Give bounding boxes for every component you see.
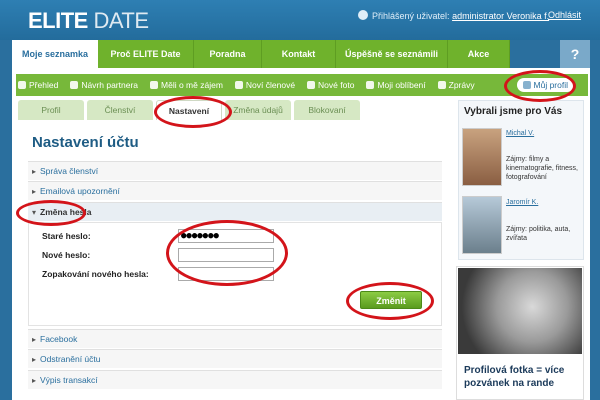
member-interests: Zájmy: filmy a kinematografie, fitness, …	[506, 156, 578, 181]
logged-in-label: Přihlášený uživatel:	[372, 11, 450, 21]
subnav-label: Přehled	[29, 80, 59, 90]
overview-icon	[18, 81, 26, 89]
nav-proc-elite-date[interactable]: Proč ELITE Date	[98, 40, 194, 68]
subnav-label: Noví členové	[245, 80, 296, 90]
section-sprava-clenstvi[interactable]: Správa členství	[28, 161, 442, 181]
help-button[interactable]: ?	[560, 40, 590, 68]
message-icon	[437, 81, 446, 89]
subnav-moji-oblibeni[interactable]: Moji oblíbení	[366, 80, 426, 90]
subnav-nove-foto[interactable]: Nové foto	[307, 80, 354, 90]
section-emailova-upozorneni[interactable]: Emailová upozornění	[28, 181, 442, 201]
annotation-circle	[16, 200, 86, 226]
subnav-label: Zprávy	[448, 80, 475, 90]
logo-bold: ELITE	[28, 8, 88, 33]
nav-poradna[interactable]: Poradna	[194, 40, 262, 68]
subnav-zpravy[interactable]: Zprávy	[437, 80, 475, 90]
elite-date-logo[interactable]: ELITE DATE	[28, 8, 149, 34]
annotation-circle	[504, 70, 576, 102]
subnav-prehled[interactable]: Přehled	[18, 80, 58, 90]
camera-icon	[307, 81, 316, 89]
tab-zmena-udaju[interactable]: Změna údajů	[225, 100, 291, 120]
sub-nav: Přehled Návrh partnera Měli o mě zájem N…	[16, 74, 588, 96]
subnav-label: Měli o mě zájem	[161, 80, 223, 90]
member-name-link[interactable]: Jaromír K.	[506, 199, 538, 206]
subnav-label: Nové foto	[318, 80, 355, 90]
tab-clenstvi[interactable]: Členství	[87, 100, 153, 120]
settings-tabs: Profil Členství Nastavení Změna údajů Bl…	[18, 100, 450, 120]
old-password-label: Staré heslo:	[42, 231, 91, 241]
subnav-novi-clenove[interactable]: Noví členové	[234, 80, 296, 90]
subnav-meli-zajem[interactable]: Měli o mě zájem	[150, 80, 223, 90]
repeat-password-label: Zopakování nového hesla:	[42, 269, 149, 279]
user-icon	[358, 10, 368, 20]
logout-link[interactable]: Odhlásit	[548, 10, 581, 20]
page-title: Nastavení účtu	[32, 134, 139, 151]
username-link[interactable]: administrator Veronika f.	[452, 11, 549, 21]
tab-blokovani[interactable]: Blokovaní	[294, 100, 360, 120]
users-icon	[234, 81, 243, 89]
promo-text: Profilová fotka = více pozvánek na rande	[464, 365, 565, 389]
annotation-circle	[166, 220, 288, 286]
subnav-label: Návrh partnera	[81, 80, 139, 90]
recommended-title: Vybrali jsme pro Vás	[464, 106, 563, 117]
nav-uspesne[interactable]: Úspěšně se seznámili	[336, 40, 448, 68]
section-facebook[interactable]: Facebook	[28, 329, 442, 349]
thumbs-up-icon	[150, 81, 159, 89]
member-name-link[interactable]: Michal V.	[506, 130, 534, 137]
nav-kontakt[interactable]: Kontakt	[262, 40, 336, 68]
member-photo[interactable]	[462, 128, 502, 186]
main-nav: Moje seznamka Proč ELITE Date Poradna Ko…	[12, 40, 510, 68]
section-odstraneni-uctu[interactable]: Odstranění účtu	[28, 349, 442, 369]
heart-icon	[366, 81, 375, 89]
member-photo[interactable]	[462, 196, 502, 254]
nav-akce[interactable]: Akce	[448, 40, 510, 68]
section-vypis-transakci[interactable]: Výpis transakcí	[28, 370, 442, 390]
partner-icon	[70, 81, 79, 89]
logged-in-user: Přihlášený uživatel: administrator Veron…	[358, 10, 549, 21]
tab-profil[interactable]: Profil	[18, 100, 84, 120]
subnav-label: Moji oblíbení	[377, 80, 426, 90]
promo-photo	[458, 268, 582, 354]
annotation-circle	[346, 282, 434, 320]
nav-moje-seznamka[interactable]: Moje seznamka	[12, 40, 98, 68]
section-zmena-hesla[interactable]: Změna hesla	[28, 202, 442, 222]
new-password-label: Nové heslo:	[42, 250, 91, 260]
logo-thin: DATE	[87, 8, 149, 33]
annotation-circle	[154, 96, 232, 128]
subnav-navrh-partnera[interactable]: Návrh partnera	[70, 80, 138, 90]
member-interests: Zájmy: politika, auta, zvířata	[506, 226, 571, 242]
